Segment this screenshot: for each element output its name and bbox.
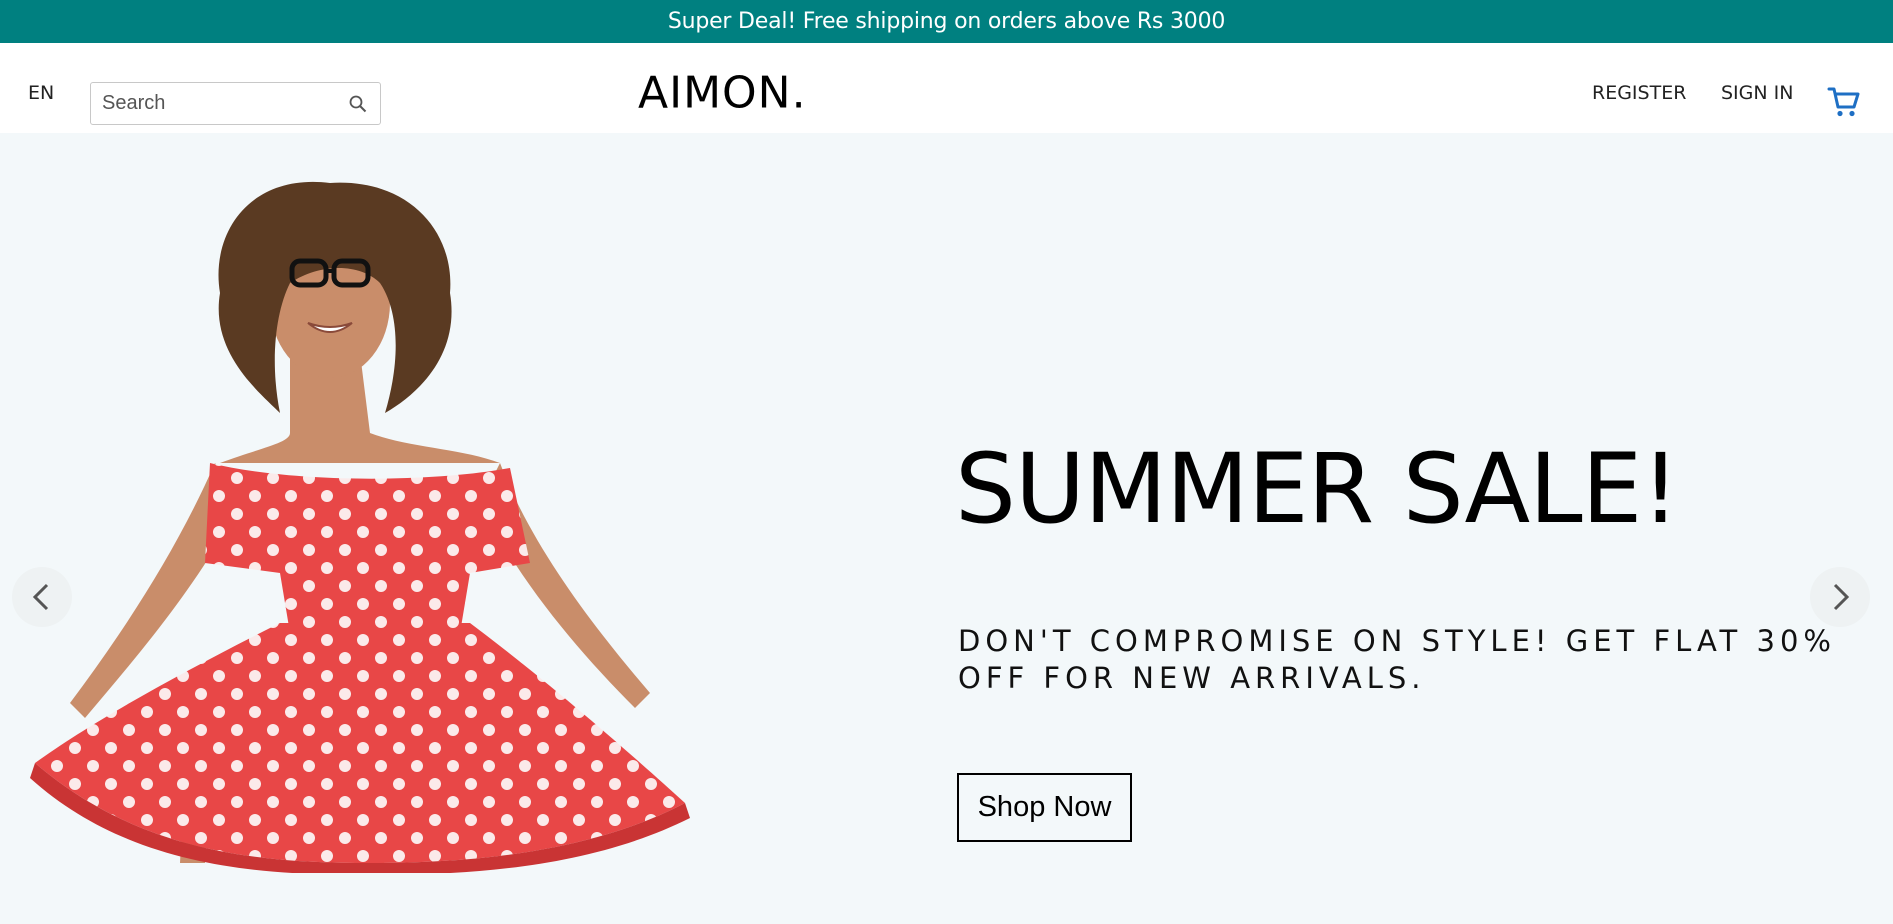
cart-icon[interactable] [1827, 85, 1861, 119]
sign-in-link[interactable]: SIGN IN [1721, 82, 1793, 104]
shop-now-button[interactable]: Shop Now [957, 773, 1132, 842]
search-input[interactable] [102, 88, 332, 119]
chevron-right-icon [1833, 583, 1850, 611]
announcement-text: Super Deal! Free shipping on orders abov… [667, 9, 1226, 34]
hero-slider: SUMMER SALE! DON'T COMPROMISE ON STYLE! … [0, 133, 1893, 924]
brand-logo[interactable]: AIMON. [638, 68, 807, 119]
search-icon[interactable] [348, 94, 368, 114]
language-selector[interactable]: EN [28, 82, 54, 104]
hero-image [30, 181, 690, 873]
register-link[interactable]: REGISTER [1592, 82, 1686, 104]
navbar: EN AIMON. REGISTER SIGN IN [0, 43, 1893, 133]
chevron-left-icon [32, 583, 49, 611]
hero-title: SUMMER SALE! [955, 433, 1680, 545]
search-container [90, 82, 381, 125]
announcement-bar: Super Deal! Free shipping on orders abov… [0, 0, 1893, 43]
prev-slide-button[interactable] [12, 567, 72, 627]
next-slide-button[interactable] [1810, 567, 1870, 627]
hero-subtitle: DON'T COMPROMISE ON STYLE! GET FLAT 30% … [958, 624, 1836, 695]
